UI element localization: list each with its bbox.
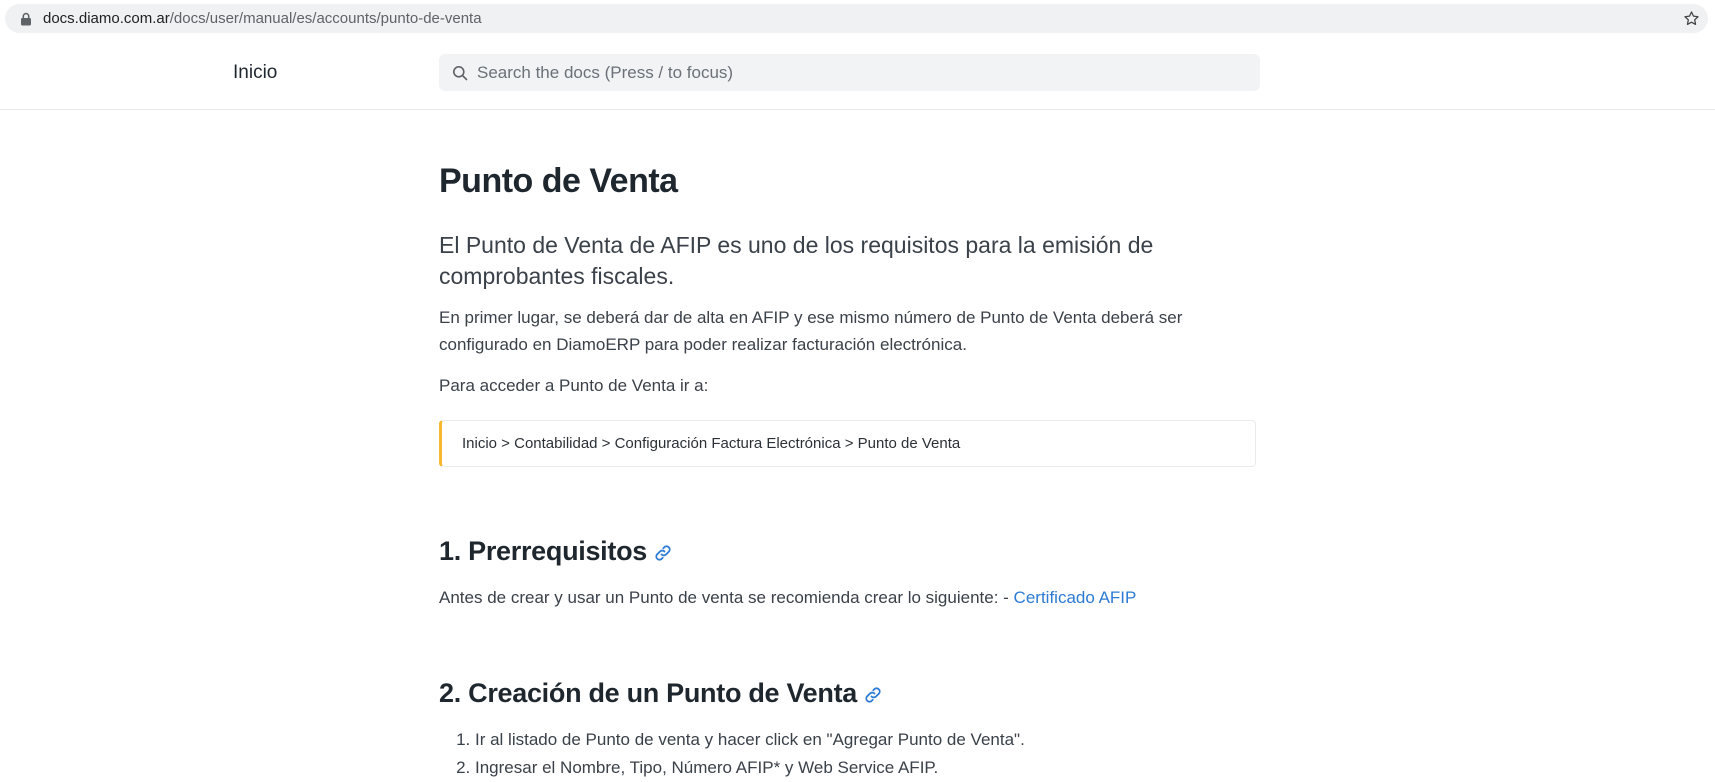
section-heading-prerequisites: 1. Prerrequisitos [439,536,673,567]
list-item: Ir al listado de Punto de venta y hacer … [475,726,1025,754]
intro-paragraph: En primer lugar, se deberá dar de alta e… [439,308,1183,354]
bookmark-star-icon[interactable] [1683,10,1700,27]
browser-toolbar: docs.diamo.com.ar/docs/user/manual/es/ac… [0,0,1715,38]
certificado-afip-link[interactable]: Certificado AFIP [1014,588,1137,607]
section-heading-creation: 2. Creación de un Punto de Venta [439,678,883,709]
callout-text: Inicio > Contabilidad > Configuración Fa… [462,435,961,452]
link-icon[interactable] [653,543,673,563]
list-item: Ingresar el Nombre, Tipo, Número AFIP* y… [475,754,1025,782]
site-navbar: Inicio [0,37,1715,110]
prerequisites-paragraph: Antes de crear y usar un Punto de venta … [439,584,1136,611]
home-link[interactable]: Inicio [233,62,277,84]
link-icon[interactable] [863,685,883,705]
section-heading-text: 2. Creación de un Punto de Venta [439,678,857,708]
address-bar[interactable]: docs.diamo.com.ar/docs/user/manual/es/ac… [5,4,1708,33]
page-title: Punto de Venta [439,162,678,200]
url-path: /docs/user/manual/es/accounts/punto-de-v… [169,10,482,27]
url-text[interactable]: docs.diamo.com.ar/docs/user/manual/es/ac… [43,10,482,27]
url-host: docs.diamo.com.ar [43,10,170,27]
lock-icon [21,12,31,26]
search-icon [453,66,468,81]
access-paragraph: Para acceder a Punto de Venta ir a: [439,376,709,395]
page-lead: El Punto de Venta de AFIP es uno de los … [439,232,1154,289]
prerequisites-text: Antes de crear y usar un Punto de venta … [439,588,1014,607]
navigation-callout: Inicio > Contabilidad > Configuración Fa… [439,420,1256,467]
search-box[interactable] [439,54,1260,91]
section-heading-text: 1. Prerrequisitos [439,536,647,566]
search-input[interactable] [477,54,1247,91]
